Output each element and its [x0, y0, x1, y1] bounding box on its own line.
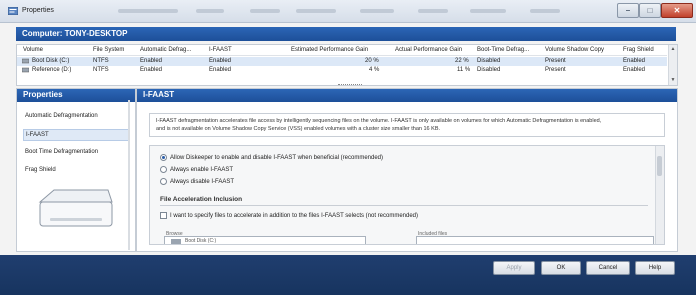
- included-files-list[interactable]: [416, 236, 654, 244]
- drive-icon: [22, 67, 29, 73]
- scrollbar-thumb[interactable]: [657, 156, 662, 176]
- minimize-button[interactable]: –: [617, 3, 639, 18]
- radio-always-enable[interactable]: Always enable I-FAAST: [160, 166, 233, 175]
- table-row[interactable]: Reference (D:) NTFS Enabled Enabled 4 % …: [17, 66, 667, 75]
- radio-icon[interactable]: [160, 166, 167, 173]
- column-header-file-system[interactable]: File System: [93, 47, 124, 53]
- nav-item-frag-shield[interactable]: Frag Shield: [25, 165, 127, 175]
- column-header-ifaast[interactable]: I-FAAST: [209, 47, 232, 53]
- cell-auto-defrag: Enabled: [140, 58, 163, 64]
- cell-shadow-copy: Present: [545, 67, 566, 73]
- blurred-taskbar-content: [530, 9, 560, 13]
- scroll-up-icon[interactable]: ▲: [670, 46, 676, 52]
- help-button[interactable]: Help: [635, 261, 675, 275]
- radio-icon[interactable]: [160, 178, 167, 185]
- section-divider: [160, 205, 648, 206]
- title-bar: Properties – □ ✕: [0, 0, 696, 23]
- table-row[interactable]: Boot Disk (C:) NTFS Enabled Enabled 20 %…: [17, 57, 667, 66]
- ok-button[interactable]: OK: [541, 261, 581, 275]
- cell-boot-time-defrag: Disabled: [477, 67, 501, 73]
- blurred-taskbar-content: [118, 9, 178, 13]
- ifaast-panel: I-FAAST I-FAAST defragmentation accelera…: [136, 88, 678, 252]
- drive-icon: [171, 239, 181, 244]
- description-line: and is not available on Volume Shadow Co…: [156, 126, 441, 132]
- cell-auto-defrag: Enabled: [140, 67, 163, 73]
- column-header-boot-time-defrag[interactable]: Boot-Time Defrag...: [477, 47, 529, 53]
- nav-item-boot-time-defragmentation[interactable]: Boot Time Defragmentation: [25, 147, 127, 157]
- cell-file-system: NTFS: [93, 58, 109, 64]
- blurred-taskbar-content: [250, 9, 280, 13]
- options-scrollbar[interactable]: [655, 146, 664, 244]
- cell-frag-shield: Enabled: [623, 67, 646, 73]
- description-box: I-FAAST defragmentation accelerates file…: [149, 113, 665, 137]
- browse-item: Boot Disk (C:): [185, 238, 217, 244]
- blurred-taskbar-content: [360, 9, 394, 13]
- browse-tree[interactable]: Boot Disk (C:): [164, 236, 366, 244]
- cell-ifaast: Enabled: [209, 67, 232, 73]
- cell-actual-gain: 22 %: [455, 58, 469, 64]
- cell-estimated-gain: 20 %: [365, 58, 379, 64]
- computer-name: Computer: TONY-DESKTOP: [22, 29, 128, 38]
- radio-selected-icon[interactable]: [160, 154, 167, 161]
- cell-frag-shield: Enabled: [623, 58, 646, 64]
- computer-header: Computer: TONY-DESKTOP: [16, 27, 676, 41]
- radio-allow-diskeeper[interactable]: Allow Diskeeper to enable and disable I-…: [160, 154, 383, 163]
- radio-label: Always enable I-FAAST: [170, 167, 234, 174]
- checkbox-icon[interactable]: [160, 212, 167, 219]
- nav-panel-header: Properties: [17, 89, 135, 102]
- blurred-taskbar-content: [296, 9, 336, 13]
- column-header-actual-gain[interactable]: Actual Performance Gain: [395, 47, 462, 53]
- column-header-auto-defrag[interactable]: Automatic Defrag...: [140, 47, 191, 53]
- blurred-taskbar-content: [196, 9, 224, 13]
- checkbox-specify-files[interactable]: I want to specify files to accelerate in…: [160, 212, 418, 221]
- ifaast-options-box: Allow Diskeeper to enable and disable I-…: [149, 145, 665, 245]
- properties-icon: [8, 7, 18, 15]
- column-header-volume[interactable]: Volume: [23, 47, 43, 53]
- cancel-button[interactable]: Cancel: [586, 261, 630, 275]
- cell-file-system: NTFS: [93, 67, 109, 73]
- maximize-button[interactable]: □: [639, 3, 661, 18]
- table-header: Volume File System Automatic Defrag... I…: [17, 45, 667, 56]
- cell-ifaast: Enabled: [209, 58, 232, 64]
- apply-button[interactable]: Apply: [493, 261, 535, 275]
- ifaast-panel-title: I-FAAST: [143, 90, 175, 99]
- radio-label: Always disable I-FAAST: [170, 179, 235, 186]
- drive-icon: [22, 58, 29, 64]
- cell-volume: Reference (D:): [32, 67, 72, 73]
- scroll-down-icon[interactable]: ▼: [670, 77, 676, 83]
- blurred-taskbar-content: [418, 9, 448, 13]
- radio-label: Allow Diskeeper to enable and disable I-…: [170, 155, 384, 162]
- cell-boot-time-defrag: Disabled: [477, 58, 501, 64]
- volume-table: Volume File System Automatic Defrag... I…: [16, 44, 678, 86]
- column-header-shadow-copy[interactable]: Volume Shadow Copy: [545, 47, 604, 53]
- cell-shadow-copy: Present: [545, 58, 566, 64]
- cell-estimated-gain: 4 %: [369, 67, 380, 73]
- column-header-frag-shield[interactable]: Frag Shield: [623, 47, 654, 53]
- column-header-estimated-gain[interactable]: Estimated Performance Gain: [291, 47, 368, 53]
- cell-actual-gain: 11 %: [457, 67, 471, 73]
- nav-panel-title: Properties: [23, 90, 63, 99]
- window-title: Properties: [22, 7, 54, 14]
- checkbox-label: I want to specify files to accelerate in…: [170, 213, 419, 220]
- table-scrollbar[interactable]: ▲ ▼: [668, 45, 677, 85]
- section-title: File Acceleration Inclusion: [160, 196, 243, 203]
- cell-volume: Boot Disk (C:): [32, 58, 70, 64]
- nav-item-automatic-defragmentation[interactable]: Automatic Defragmentation: [25, 111, 127, 121]
- nav-item-ifaast[interactable]: I-FAAST: [23, 129, 129, 141]
- description-line: I-FAAST defragmentation accelerates file…: [156, 118, 602, 124]
- radio-always-disable[interactable]: Always disable I-FAAST: [160, 178, 234, 187]
- hard-drive-icon: [38, 189, 113, 227]
- blurred-taskbar-content: [470, 9, 506, 13]
- panel-divider: [128, 100, 130, 250]
- ifaast-panel-header: I-FAAST: [137, 89, 677, 102]
- close-button[interactable]: ✕: [661, 3, 693, 18]
